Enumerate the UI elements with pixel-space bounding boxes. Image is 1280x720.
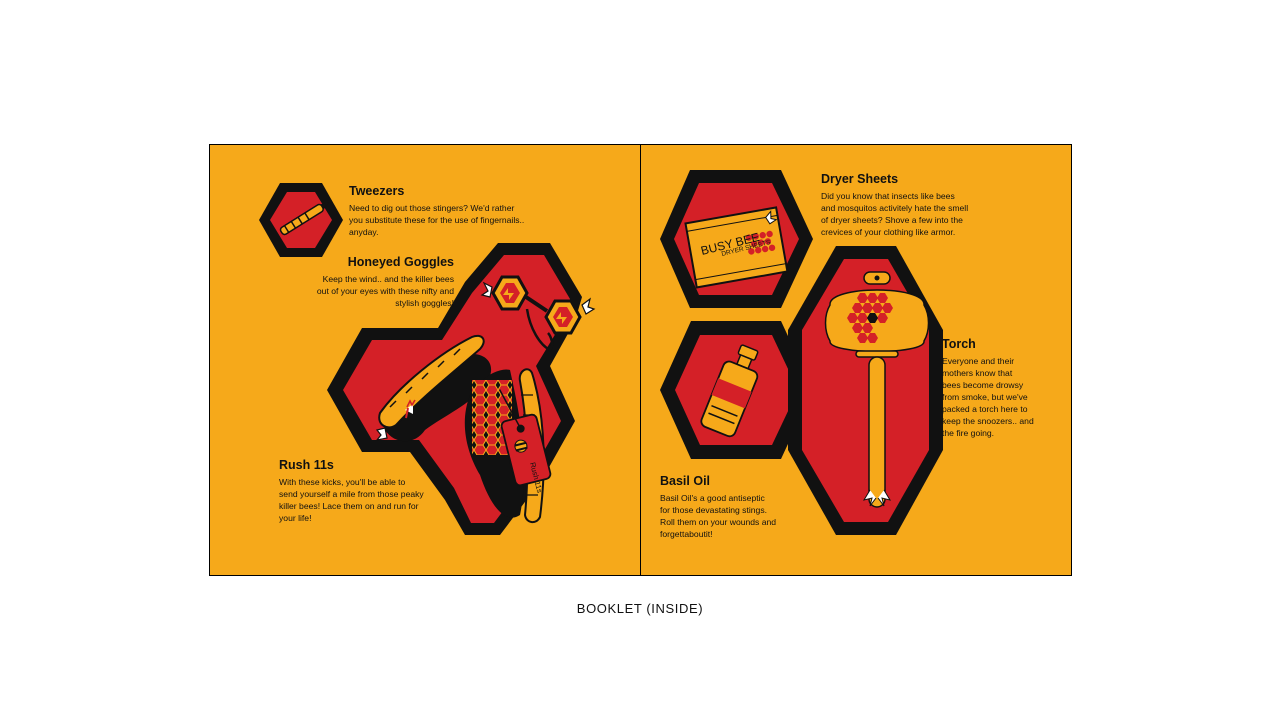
goggles-title: Honeyed Goggles — [347, 255, 454, 269]
torch-line-3: bees become drowsy — [942, 380, 1024, 390]
rush-line-4: your life! — [279, 513, 312, 523]
tweezers-line-1: Need to dig out those stingers? We'd rat… — [349, 203, 515, 213]
dryer-title: Dryer Sheets — [821, 172, 899, 186]
torch-hexagon — [788, 246, 943, 535]
dryer-line-1: Did you know that insects like bees — [821, 191, 955, 201]
dryer-line-2: and mosquitos activitely hate the smell — [821, 203, 969, 213]
torch-line-4: from smoke, but we've — [942, 392, 1028, 402]
torch-line-7: the fire going. — [942, 428, 995, 438]
tweezers-line-2: you substitute these for the use of fing… — [349, 215, 525, 225]
torch-description: Everyone and their mothers know that bee… — [942, 355, 1067, 439]
dryer-line-4: crevices of your clothing like armor. — [821, 227, 956, 237]
booklet-caption: BOOKLET (INSIDE) — [576, 601, 704, 616]
rush-line-3: killer bees! Lace them on and run for — [279, 501, 419, 511]
tweezers-hexagon — [259, 183, 343, 257]
rush-description: With these kicks, you'll be able to send… — [279, 476, 479, 524]
goggles-line-2: out of your eyes with these nifty and — [316, 286, 454, 296]
goggles-text-block: Honeyed Goggles Keep the wind.. and the … — [274, 255, 454, 309]
basil-title: Basil Oil — [660, 474, 711, 488]
rush-line-1: With these kicks, you'll be able to — [279, 477, 406, 487]
basil-line-1: Basil Oil's a good antiseptic — [660, 493, 765, 503]
basil-line-4: forgettaboutit! — [660, 529, 713, 539]
torch-line-5: packed a torch here to — [942, 404, 1028, 414]
dryer-line-3: of dryer sheets? Shove a few into the — [821, 215, 963, 225]
tweezers-description: Need to dig out those stingers? We'd rat… — [349, 202, 579, 238]
basil-text-block: Basil Oil Basil Oil's a good antiseptic … — [660, 474, 810, 540]
torch-line-1: Everyone and their — [942, 356, 1015, 366]
goggles-description: Keep the wind.. and the killer bees out … — [274, 273, 454, 309]
tweezers-line-3: anyday. — [349, 227, 379, 237]
rush-title: Rush 11s — [279, 458, 334, 472]
tweezers-text-block: Tweezers Need to dig out those stingers?… — [349, 184, 579, 238]
tweezers-title: Tweezers — [349, 184, 405, 198]
torch-text-block: Torch Everyone and their mothers know th… — [942, 337, 1067, 439]
rush-text-block: Rush 11s With these kicks, you'll be abl… — [279, 458, 479, 524]
torch-line-2: mothers know that — [942, 368, 1013, 378]
torch-title: Torch — [942, 337, 976, 351]
rush-line-2: send yourself a mile from those peaky — [279, 489, 424, 499]
basil-description: Basil Oil's a good antiseptic for those … — [660, 492, 810, 540]
dryer-description: Did you know that insects like bees and … — [821, 190, 1031, 238]
dryer-text-block: Dryer Sheets Did you know that insects l… — [821, 172, 1031, 238]
booklet-spread: Rush 11s BUSY BEE DRYER SHEETS Tweezers … — [209, 144, 1072, 576]
torch-line-6: keep the snoozers.. and — [942, 416, 1034, 426]
basil-line-3: Roll them on your wounds and — [660, 517, 777, 527]
goggles-line-1: Keep the wind.. and the killer bees — [322, 274, 454, 284]
basil-line-2: for those devastating stings. — [660, 505, 768, 515]
goggles-line-3: stylish goggles! — [395, 298, 454, 308]
